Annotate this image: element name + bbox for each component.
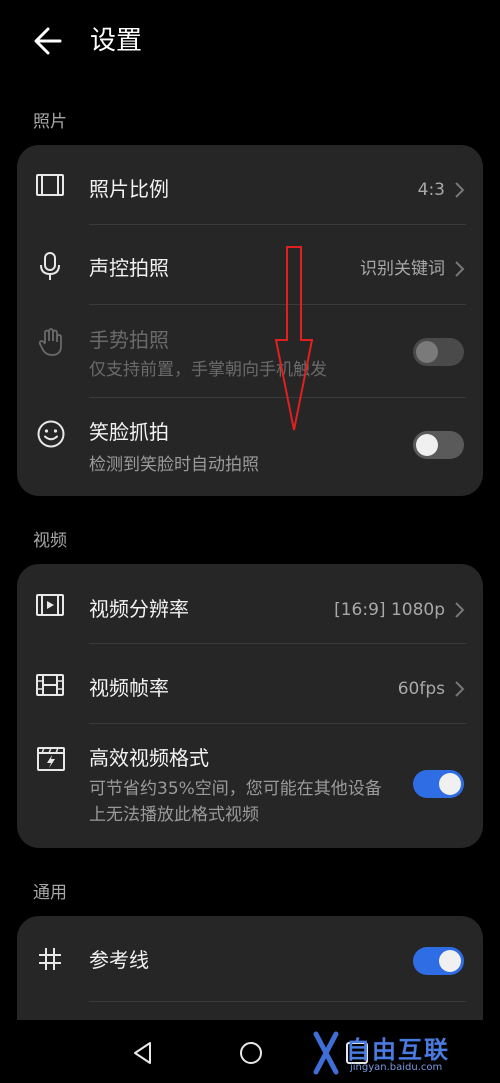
page-title: 设置	[90, 26, 143, 56]
video-format-title: 高效视频格式	[89, 746, 209, 770]
chevron-right-icon	[455, 681, 465, 697]
watermark-subtext: jingyan.baidu.com	[350, 1062, 443, 1073]
photo-ratio-title: 照片比例	[89, 177, 169, 201]
gesture-capture-toggle	[413, 338, 464, 366]
video-format-toggle[interactable]	[413, 770, 464, 798]
smile-capture-toggle[interactable]	[413, 431, 464, 459]
header: 设置	[0, 0, 500, 82]
divider	[89, 1001, 466, 1002]
hand-icon	[38, 328, 62, 356]
video-format-row[interactable]: 高效视频格式 可节省约35%空间，您可能在其他设备上无法播放此格式视频	[17, 724, 483, 848]
grid-lines-toggle[interactable]	[413, 947, 464, 975]
video-format-subtitle: 可节省约35%空间，您可能在其他设备上无法播放此格式视频	[89, 779, 382, 825]
film-icon	[36, 674, 64, 696]
smile-capture-title: 笑脸抓拍	[89, 420, 169, 444]
watermark-logo: 自由互联 jingyan.baidu.com	[312, 1028, 494, 1078]
video-resolution-icon	[36, 594, 64, 616]
grid-lines-row[interactable]: 参考线	[17, 916, 483, 1002]
section-label-photo: 照片	[33, 112, 67, 132]
smile-capture-subtitle: 检测到笑脸时自动拍照	[89, 455, 259, 475]
chevron-right-icon	[455, 182, 465, 198]
smile-capture-row[interactable]: 笑脸抓拍 检测到笑脸时自动拍照	[17, 398, 483, 496]
chevron-right-icon	[455, 602, 465, 618]
grid-lines-title: 参考线	[89, 948, 149, 972]
section-label-general: 通用	[33, 883, 67, 903]
microphone-icon	[40, 252, 60, 280]
photo-settings-card: 照片比例 4:3 声控拍照 识别关键词 手势拍照 仅支持前置，手掌朝向手机触发	[17, 145, 483, 496]
gesture-capture-row: 手势拍照 仅支持前置，手掌朝向手机触发	[17, 305, 483, 398]
nav-home-icon[interactable]	[236, 1038, 266, 1068]
video-framerate-title: 视频帧率	[89, 676, 169, 700]
voice-capture-row[interactable]: 声控拍照 识别关键词	[17, 225, 483, 305]
video-resolution-title: 视频分辨率	[89, 597, 189, 621]
video-framerate-row[interactable]: 视频帧率 60fps	[17, 644, 483, 724]
grid-icon	[39, 948, 61, 970]
smiley-icon	[37, 420, 65, 448]
section-label-video: 视频	[33, 531, 67, 551]
gesture-capture-subtitle: 仅支持前置，手掌朝向手机触发	[89, 360, 327, 380]
video-framerate-value: 60fps	[397, 679, 445, 699]
chevron-right-icon	[455, 261, 465, 277]
photo-ratio-value: 4:3	[417, 180, 445, 200]
aspect-ratio-icon	[36, 174, 64, 196]
back-arrow-icon[interactable]	[30, 22, 70, 60]
voice-capture-title: 声控拍照	[89, 256, 169, 280]
voice-capture-value: 识别关键词	[360, 259, 445, 279]
watermark-text: 自由互联	[346, 1036, 450, 1064]
nav-back-icon[interactable]	[128, 1038, 158, 1068]
video-resolution-value: [16:9] 1080p	[334, 600, 445, 620]
photo-ratio-row[interactable]: 照片比例 4:3	[17, 145, 483, 225]
video-resolution-row[interactable]: 视频分辨率 [16:9] 1080p	[17, 564, 483, 644]
gesture-capture-title: 手势拍照	[89, 328, 169, 352]
video-settings-card: 视频分辨率 [16:9] 1080p 视频帧率 60fps 高效视频格式 可节省…	[17, 564, 483, 848]
video-format-icon	[37, 747, 65, 771]
